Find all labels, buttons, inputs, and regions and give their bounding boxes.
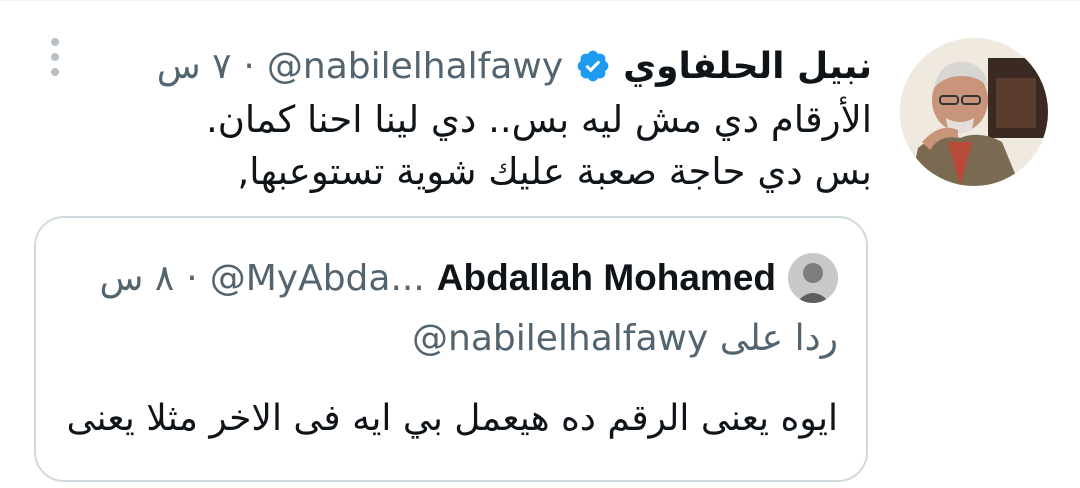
quoted-author-handle: @MyAbda... [209, 257, 425, 299]
avatar-photo [900, 38, 1048, 186]
quoted-author-avatar [788, 253, 838, 303]
quoted-tweet-text: ايوه يعنى الرقم ده هيعمل بي ايه فى الاخر… [66, 398, 838, 439]
quoted-tweet-card[interactable]: Abdallah Mohamed @MyAbda... · ٨ س ردا عل… [34, 216, 868, 482]
more-dot [51, 53, 59, 61]
tweet-header: نبيل الحلفاوي @nabilelhalfawy · ٧ س [157, 38, 872, 94]
verified-badge-icon [575, 48, 611, 84]
tweet-text: الأرقام دي مش ليه بس.. دي لينا احنا كمان… [205, 94, 872, 198]
more-options-button[interactable] [40, 34, 70, 80]
quoted-header-separator: · [186, 257, 198, 299]
author-display-name[interactable]: نبيل الحلفاوي [623, 46, 872, 87]
more-dot [51, 68, 59, 76]
replying-handle[interactable]: @nabilelhalfawy [412, 318, 708, 359]
tweet-time[interactable]: ٧ س [157, 46, 232, 87]
header-separator: · [243, 45, 255, 87]
more-vertical-icon [51, 38, 59, 46]
tweet-text-line: بس دي حاجة صعبة عليك شوية تستوعبها, [237, 150, 872, 193]
quoted-author-display-name: Abdallah Mohamed [436, 257, 776, 298]
replying-to: ردا على @nabilelhalfawy [412, 318, 838, 359]
quoted-tweet-time: ٨ س [99, 257, 175, 299]
author-avatar[interactable] [900, 38, 1048, 186]
tweet-text-line: الأرقام دي مش ليه بس.. دي لينا احنا كمان… [205, 98, 872, 141]
replying-prefix: ردا على [719, 318, 838, 359]
author-handle[interactable]: @nabilelhalfawy [267, 46, 563, 87]
quoted-tweet-header: Abdallah Mohamed @MyAbda... · ٨ س [100, 252, 838, 304]
tweet[interactable]: نبيل الحلفاوي @nabilelhalfawy · ٧ س الأر… [0, 0, 1080, 488]
